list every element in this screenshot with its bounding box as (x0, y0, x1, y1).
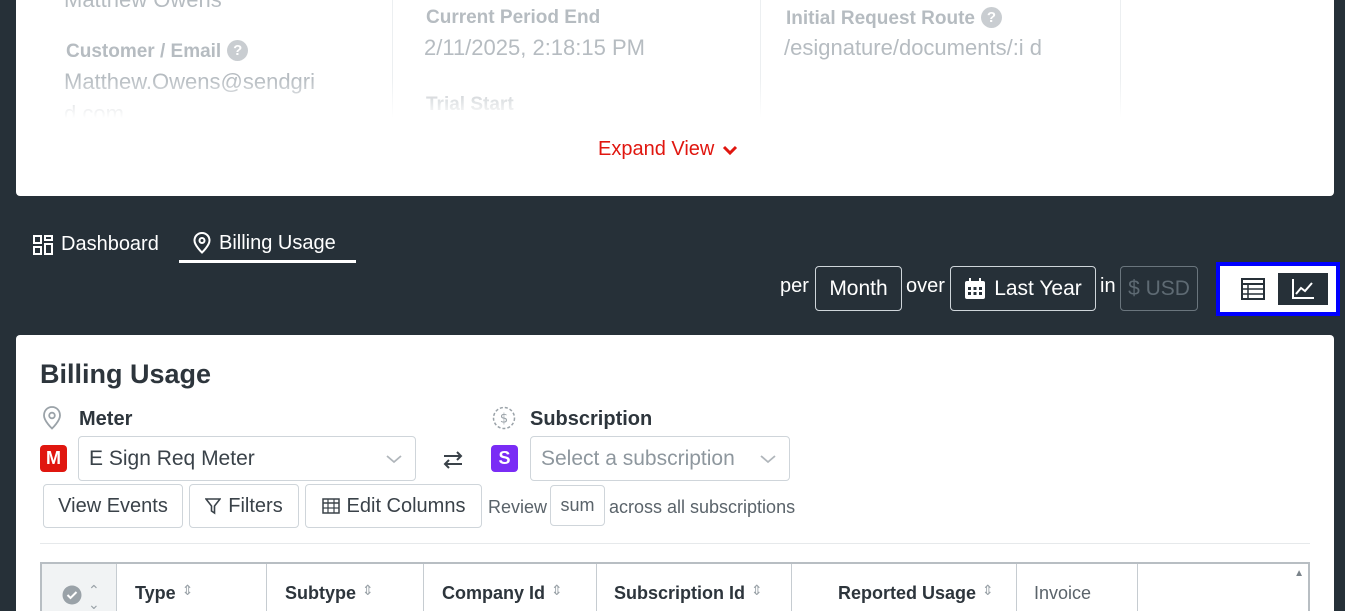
sort-icon[interactable]: ⇕ (982, 583, 994, 597)
column-header-reported-usage[interactable]: Reported Usage ⇕ (792, 564, 1017, 611)
meter-select[interactable]: E Sign Req Meter (78, 436, 416, 481)
line-chart-icon (1292, 279, 1314, 299)
filters-button[interactable]: Filters (189, 484, 299, 528)
column-header-invoice: Invoice (1017, 564, 1138, 611)
customer-email-value: Matthew.Owens@sendgri d.com (64, 69, 316, 118)
subscription-label: Subscription (530, 408, 653, 430)
check-circle-icon (62, 585, 82, 605)
period-end-label: Current Period End (426, 7, 601, 28)
column-header-invoice-label: Invoice (1034, 583, 1092, 603)
customer-name-value: Matthew Owens (64, 0, 222, 16)
subscription-select[interactable]: Select a subscription (530, 436, 790, 481)
scroll-up-arrow-icon[interactable]: ▲ (1294, 568, 1304, 579)
period-end-value: 2/11/2025, 2:18:15 PM (424, 35, 645, 60)
customer-email-label: Customer / Email? (66, 40, 249, 63)
aggregation-select[interactable]: sum (550, 485, 605, 526)
sort-icon[interactable]: ⇕ (751, 583, 763, 597)
divider (40, 543, 1310, 544)
sort-icon[interactable]: ⇕ (551, 583, 563, 597)
chevron-down-icon (386, 454, 402, 463)
column-header-reported-usage-label: Reported Usage (838, 583, 977, 603)
expand-view-button[interactable]: Expand View (598, 138, 738, 161)
expand-view-label: Expand View (598, 138, 715, 160)
tab-dashboard-label: Dashboard (61, 233, 159, 255)
usage-table: ⌃ ⌄ Type ⇕ Subtype ⇕ Company Id ⇕ Subscri… (40, 562, 1310, 611)
calendar-icon (965, 277, 986, 299)
sort-icon[interactable]: ⇕ (362, 583, 374, 597)
details-card: Matthew Owens Customer / Email? Matthew.… (16, 0, 1334, 196)
filter-icon (205, 498, 222, 515)
table-view-button[interactable] (1228, 273, 1278, 305)
column-header-subtype-label: Subtype (285, 583, 357, 603)
details-fade-area: Matthew Owens Customer / Email? Matthew.… (40, 0, 1304, 118)
dollar-circle-icon: $ (492, 406, 516, 430)
subscription-select-placeholder: Select a subscription (541, 446, 735, 470)
per-text: per (780, 275, 809, 297)
table-icon (321, 498, 340, 514)
map-pin-icon (43, 406, 61, 430)
edit-columns-button[interactable]: Edit Columns (305, 484, 482, 528)
help-icon[interactable]: ? (227, 40, 249, 61)
date-range-button[interactable]: Last Year (950, 266, 1096, 311)
date-range-value: Last Year (994, 276, 1082, 300)
column-header-type-label: Type (135, 583, 176, 603)
table-view-icon (1241, 278, 1265, 300)
meter-select-value: E Sign Req Meter (89, 446, 255, 470)
tab-billing-usage[interactable]: Billing Usage (179, 226, 356, 263)
filters-label: Filters (228, 494, 283, 517)
review-text: Review (488, 497, 548, 517)
subscription-logo-icon: S (491, 445, 518, 472)
period-select-value: Month (829, 276, 888, 300)
column-divider (760, 0, 761, 118)
map-pin-icon (193, 232, 211, 254)
select-all-header[interactable]: ⌃ ⌄ (42, 564, 117, 611)
initial-route-label-text: Initial Request Route (786, 8, 975, 29)
sort-icon[interactable]: ⌃ ⌄ (88, 583, 100, 611)
initial-route-label: Initial Request Route? (786, 7, 1002, 30)
page-title: Billing Usage (40, 359, 212, 389)
help-icon[interactable]: ? (980, 7, 1002, 28)
tab-billing-usage-label: Billing Usage (219, 231, 336, 254)
tab-dashboard[interactable]: Dashboard (31, 226, 161, 263)
svg-text:$: $ (500, 412, 508, 427)
column-divider (1120, 0, 1121, 118)
chevron-down-icon (723, 145, 738, 155)
across-subscriptions-text: across all subscriptions (609, 497, 796, 517)
aggregation-value: sum (560, 495, 595, 515)
column-header-subscription-id-label: Subscription Id (614, 583, 746, 603)
in-text: in (1100, 275, 1116, 297)
currency-value: $ USD (1128, 276, 1190, 300)
customer-email-label-text: Customer / Email (66, 41, 222, 62)
meter-logo-icon: M (40, 445, 67, 472)
column-header-type[interactable]: Type ⇕ (117, 564, 267, 611)
initial-route-value: /esignature/documents/:i d (784, 35, 1043, 60)
view-events-label: View Events (58, 494, 168, 517)
meter-label: Meter (79, 408, 133, 430)
edit-columns-label: Edit Columns (346, 494, 466, 517)
dashboard-grid-icon (33, 234, 53, 255)
trial-start-label: Trial Start (426, 94, 514, 115)
over-text: over (906, 275, 945, 297)
view-events-button[interactable]: View Events (43, 484, 183, 528)
period-select[interactable]: Month (815, 266, 902, 311)
chart-view-button[interactable] (1278, 273, 1328, 305)
column-header-subscription-id[interactable]: Subscription Id ⇕ (597, 564, 792, 611)
column-header-company-id[interactable]: Company Id ⇕ (424, 564, 597, 611)
sort-icon[interactable]: ⇕ (182, 583, 194, 597)
swap-icon[interactable] (442, 450, 464, 470)
view-toggle (1216, 262, 1340, 316)
chevron-down-icon (760, 454, 776, 463)
column-header-subtype[interactable]: Subtype ⇕ (267, 564, 424, 611)
column-header-company-id-label: Company Id (442, 583, 546, 603)
currency-field[interactable]: $ USD (1120, 266, 1198, 311)
column-divider (392, 0, 393, 118)
billing-usage-card: Billing Usage Meter M E Sign Req Meter $… (16, 335, 1334, 611)
